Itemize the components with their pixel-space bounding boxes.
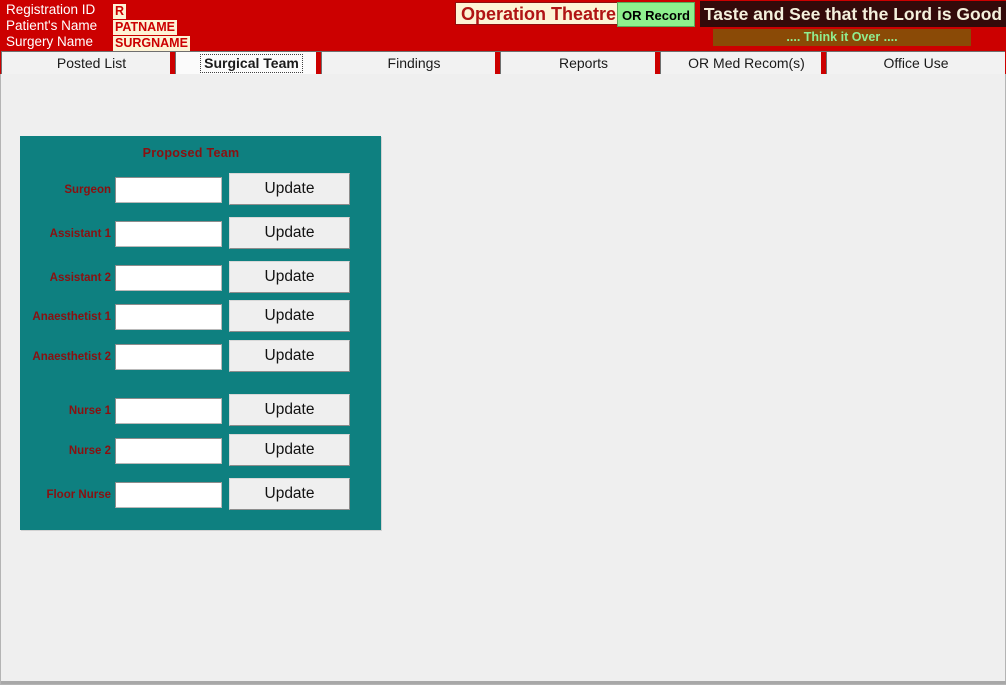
tab-label: Reports (558, 55, 609, 71)
patient-name-label: Patient's Name (6, 18, 98, 33)
patient-info-labels: Registration ID Patient's Name Surgery N… (6, 2, 110, 50)
assistant-2-update-button[interactable]: Update (229, 261, 350, 293)
registration-id-value: R (113, 4, 127, 19)
row-label: Floor Nurse (46, 489, 111, 501)
tab-label: OR Med Recom(s) (688, 55, 805, 71)
patient-name-value-row: PATNAME (113, 18, 190, 35)
patient-name-value: PATNAME (113, 20, 177, 35)
tab-surgical-team[interactable]: Surgical Team (175, 51, 327, 74)
row-label: Anaesthetist 1 (32, 311, 111, 323)
tab-label: Office Use (883, 55, 949, 71)
registration-id-value-row: R (113, 2, 190, 19)
nurse-2-input[interactable] (115, 438, 222, 464)
tab-posted-list[interactable]: Posted List (1, 51, 181, 74)
surgeon-update-button[interactable]: Update (229, 173, 350, 205)
application-window: Registration ID Patient's Name Surgery N… (0, 0, 1006, 685)
tab-reports[interactable]: Reports (500, 51, 666, 74)
row-label: Surgeon (64, 184, 111, 196)
floor-nurse-update-button[interactable]: Update (229, 478, 350, 510)
banner-primary-text: Taste and See that the Lord is Good (700, 1, 1006, 27)
app-title: Operation Theatre (455, 2, 623, 25)
patient-info-values: R PATNAME SURGNAME (113, 2, 190, 51)
nurse-1-update-button[interactable]: Update (229, 394, 350, 426)
tab-label: Posted List (56, 55, 127, 71)
header-bar: Registration ID Patient's Name Surgery N… (0, 0, 1006, 51)
floor-nurse-input[interactable] (115, 482, 222, 508)
row-label: Assistant 1 (49, 228, 111, 240)
nurse-2-update-button[interactable]: Update (229, 434, 350, 466)
anaesthetist-2-input[interactable] (115, 344, 222, 370)
tab-bar: Posted List Surgical Team Findings Repor… (0, 51, 1006, 74)
assistant-2-input[interactable] (115, 265, 222, 291)
tab-label: Findings (387, 55, 441, 71)
surgery-name-value: SURGNAME (113, 36, 190, 51)
nurse-1-input[interactable] (115, 398, 222, 424)
row-label: Anaesthetist 2 (32, 351, 111, 363)
or-record-button[interactable]: OR Record (617, 2, 695, 27)
tab-findings[interactable]: Findings (321, 51, 506, 74)
surgery-name-label: Surgery Name (6, 34, 94, 49)
surgery-name-value-row: SURGNAME (113, 34, 190, 51)
anaesthetist-1-input[interactable] (115, 304, 222, 330)
registration-id-label: Registration ID (6, 2, 96, 17)
row-label: Nurse 2 (68, 445, 111, 457)
panel-title: Proposed Team (142, 146, 240, 160)
assistant-1-update-button[interactable]: Update (229, 217, 350, 249)
surgeon-input[interactable] (115, 177, 222, 203)
tab-or-med-recoms[interactable]: OR Med Recom(s) (660, 51, 832, 74)
content-bottom-divider (1, 681, 1006, 684)
proposed-team-panel: Proposed Team Surgeon Update Assistant 1… (20, 136, 381, 530)
tab-label: Surgical Team (200, 54, 303, 73)
anaesthetist-2-update-button[interactable]: Update (229, 340, 350, 372)
tab-office-use[interactable]: Office Use (826, 51, 1005, 74)
banner-secondary-text: .... Think it Over .... (713, 29, 971, 46)
row-label: Assistant 2 (49, 272, 111, 284)
assistant-1-input[interactable] (115, 221, 222, 247)
anaesthetist-1-update-button[interactable]: Update (229, 300, 350, 332)
row-label: Nurse 1 (68, 405, 111, 417)
